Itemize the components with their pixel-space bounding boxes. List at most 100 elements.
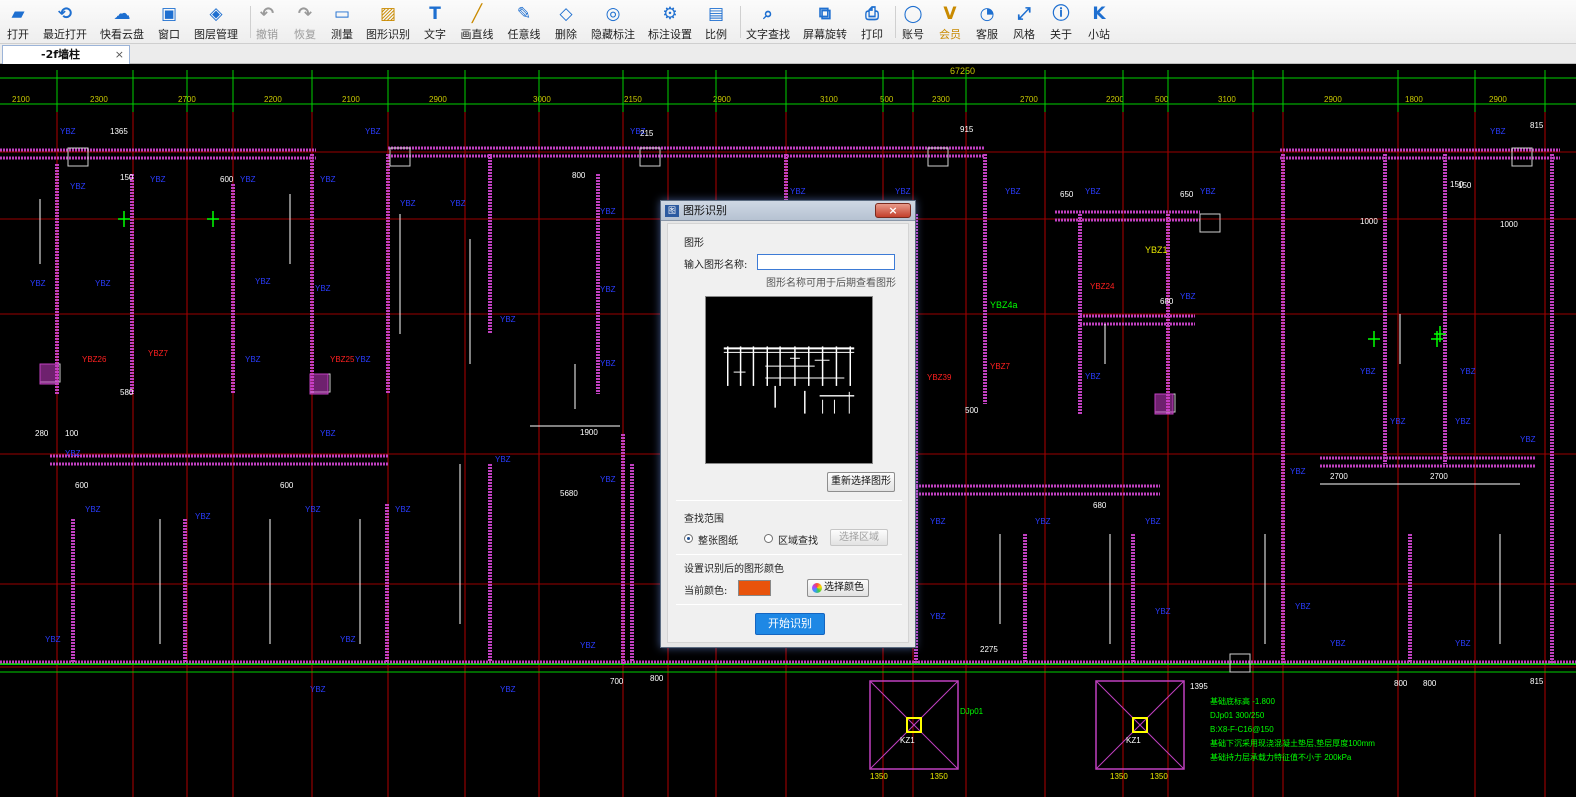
scale-icon: ▤ — [707, 4, 725, 24]
toolbar-button-label: 测量 — [331, 28, 353, 41]
start-recognition-button[interactable]: 开始识别 — [755, 613, 825, 635]
column-label: YBZ — [930, 612, 946, 621]
column-label: YBZ — [1145, 517, 1161, 526]
close-icon[interactable]: × — [115, 46, 124, 63]
toolbar-button-7[interactable]: ▭ 测量 — [327, 2, 357, 42]
column-label-green: YBZ4a — [990, 300, 1018, 310]
dimension-text: 2900 — [1489, 95, 1507, 104]
column-label: YBZ — [85, 505, 101, 514]
toolbar-button-label: 打开 — [7, 28, 29, 41]
column-label: YBZ — [600, 475, 616, 484]
info-icon: ⓘ — [1052, 4, 1070, 24]
toolbar-button-24[interactable]: K 小站 — [1084, 2, 1114, 42]
dimension-text: 650 — [1180, 190, 1194, 199]
ruler-icon: ▭ — [333, 4, 351, 24]
column-label-red: YBZ7 — [990, 362, 1011, 371]
text-icon: T — [429, 4, 441, 24]
toolbar-button-17[interactable]: ⧉ 屏幕旋转 — [803, 2, 847, 42]
column-label: YBZ — [1085, 372, 1101, 381]
dimension-text: 215 — [640, 129, 654, 138]
line-icon: ╱ — [471, 4, 483, 24]
toolbar-button-10[interactable]: ╱ 画直线 — [459, 2, 495, 42]
dimension-text: 2200 — [1106, 95, 1124, 104]
select-area-button[interactable]: 选择区域 — [830, 529, 888, 546]
current-color-swatch — [738, 580, 771, 596]
dimension-text: 600 — [75, 481, 89, 490]
dimension-text: 2100 — [12, 95, 30, 104]
dimension-text: 1000 — [1360, 217, 1378, 226]
toolbar-button-23[interactable]: ⓘ 关于 — [1046, 2, 1076, 42]
k-logo-icon: K — [1092, 4, 1106, 24]
toolbar-button-label: 撤销 — [256, 28, 278, 41]
drawing-note: 基础底标高 -1.800 — [1210, 696, 1275, 706]
dimension-text: 1395 — [1190, 682, 1208, 691]
toolbar-button-3[interactable]: ▣ 窗口 — [154, 2, 184, 42]
dimension-text: 2200 — [264, 95, 282, 104]
scope-whole-label[interactable]: 整张图纸 — [698, 532, 738, 547]
toolbar-button-4[interactable]: ◈ 图层管理 — [194, 2, 238, 42]
column-label: YBZ — [1455, 417, 1471, 426]
dimension-text: 815 — [1530, 121, 1544, 130]
shape-name-hint: 图形名称可用于后期查看图形 — [766, 278, 896, 289]
toolbar-button-label: 图形识别 — [366, 28, 410, 41]
dimension-text: 2700 — [1430, 472, 1448, 481]
toolbar-separator — [895, 6, 896, 38]
toolbar-button-16[interactable]: ⌕ 文字查找 — [746, 2, 790, 42]
toolbar-button-6[interactable]: ↷ 恢复 — [290, 2, 320, 42]
scope-area-radio[interactable] — [764, 534, 773, 543]
column-label: YBZ — [320, 429, 336, 438]
column-label: YBZ — [65, 449, 81, 458]
toolbar-button-19[interactable]: ◯ 账号 — [898, 2, 928, 42]
dimension-text: 2275 — [980, 645, 998, 654]
toolbar-button-21[interactable]: ◔ 客服 — [972, 2, 1002, 42]
dimension-text: 3100 — [820, 95, 838, 104]
choose-color-label: 选择颜色 — [824, 582, 864, 593]
toolbar-button-22[interactable]: ⤢ 风格 — [1009, 2, 1039, 42]
toolbar-button-14[interactable]: ⚙ 标注设置 — [648, 2, 692, 42]
toolbar-button-0[interactable]: ▰ 打开 — [3, 2, 33, 42]
column-label: YBZ — [895, 187, 911, 196]
dialog-close-button[interactable]: × — [875, 203, 911, 218]
divider — [676, 500, 902, 501]
app-icon: 图 — [665, 205, 679, 217]
column-label: YBZ — [1005, 187, 1021, 196]
toolbar-button-label: 任意线 — [507, 28, 541, 41]
drawing-note: 基础持力层承载力特征值不小于 200kPa — [1210, 752, 1352, 762]
column-label: YBZ — [600, 359, 616, 368]
toolbar-button-15[interactable]: ▤ 比例 — [701, 2, 731, 42]
column-label: YBZ — [790, 187, 806, 196]
scope-whole-radio[interactable] — [684, 534, 693, 543]
column-label: YBZ — [1295, 602, 1311, 611]
choose-color-button[interactable]: 选择颜色 — [807, 579, 869, 597]
toolbar-button-18[interactable]: ⎙ 打印 — [857, 2, 887, 42]
document-tab[interactable]: -2f墙柱 × — [2, 45, 130, 64]
toolbar-button-8[interactable]: ▨ 图形识别 — [366, 2, 410, 42]
toolbar-button-label: 文字 — [424, 28, 446, 41]
shape-name-input[interactable] — [757, 254, 895, 270]
toolbar-button-12[interactable]: ◇ 删除 — [551, 2, 581, 42]
column-label: YBZ — [310, 685, 326, 694]
toolbar-button-1[interactable]: ⟲ 最近打开 — [43, 2, 87, 42]
toolbar-button-2[interactable]: ☁ 快看云盘 — [100, 2, 144, 42]
toolbar-button-5[interactable]: ↶ 撤销 — [252, 2, 282, 42]
reselect-shape-button[interactable]: 重新选择图形 — [827, 472, 895, 492]
column-label: YBZ — [1460, 367, 1476, 376]
dimension-text: 1800 — [1405, 95, 1423, 104]
scope-area-label[interactable]: 区域查找 — [778, 532, 818, 547]
dimension-text: 3000 — [533, 95, 551, 104]
dimension-text: 500 — [965, 406, 979, 415]
toolbar-button-9[interactable]: T 文字 — [420, 2, 450, 42]
toolbar-button-11[interactable]: ✎ 任意线 — [506, 2, 542, 42]
column-label: YBZ — [240, 175, 256, 184]
footing-label: KZ1 — [1126, 736, 1141, 745]
toolbar-button-13[interactable]: ◎ 隐藏标注 — [591, 2, 635, 42]
dimension-text: 150 — [1450, 180, 1464, 189]
column-label: YBZ — [1085, 187, 1101, 196]
drawing-note: DJp01 300/250 — [1210, 711, 1265, 720]
dimension-text: 150 — [120, 173, 134, 182]
dimension-text: 915 — [960, 125, 974, 134]
toolbar-button-20[interactable]: V 会员 — [935, 2, 965, 42]
toolbar-button-label: 客服 — [976, 28, 998, 41]
dialog-titlebar[interactable]: 图 图形识别 × — [661, 201, 915, 221]
toolbar-button-label: 文字查找 — [746, 28, 790, 41]
